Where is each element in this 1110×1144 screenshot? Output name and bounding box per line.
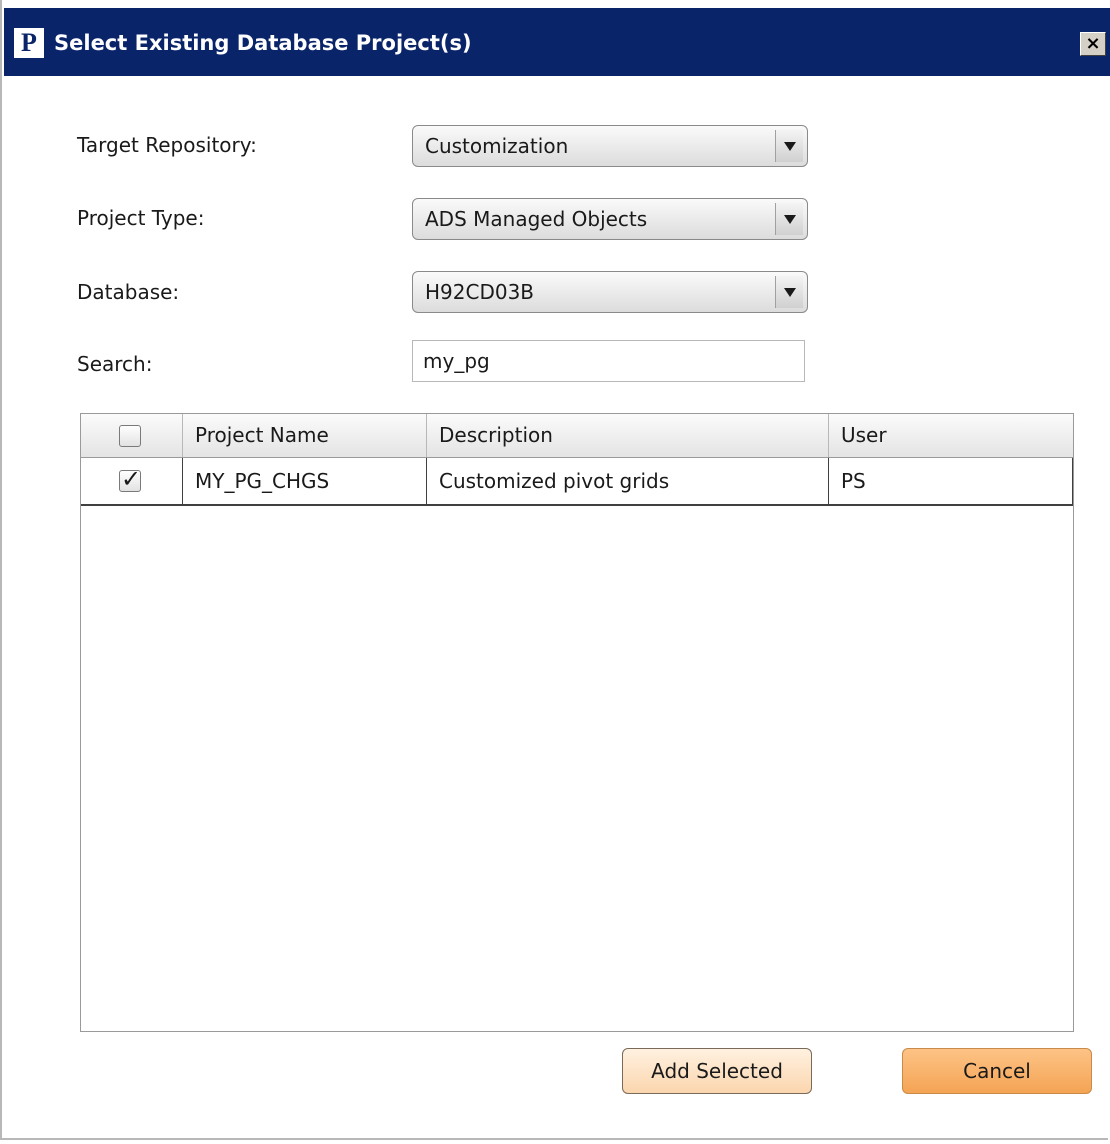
dialog-window: P Select Existing Database Project(s) × … — [0, 0, 1110, 1140]
chevron-down-icon[interactable] — [775, 276, 803, 308]
add-selected-button[interactable]: Add Selected — [622, 1048, 812, 1094]
database-value: H92CD03B — [425, 280, 535, 304]
projects-table: Project Name Description User ✓ MY_PG_CH… — [80, 413, 1074, 1032]
select-all-checkbox[interactable] — [119, 425, 141, 447]
target-repository-select[interactable]: Customization — [412, 125, 808, 167]
column-header-user[interactable]: User — [829, 414, 1073, 457]
chevron-down-icon[interactable] — [775, 203, 803, 235]
select-column-header — [81, 414, 183, 457]
cancel-button[interactable]: Cancel — [902, 1048, 1092, 1094]
column-header-project-name[interactable]: Project Name — [183, 414, 427, 457]
search-label: Search: — [77, 352, 153, 376]
database-label: Database: — [77, 280, 180, 304]
close-button[interactable]: × — [1080, 32, 1106, 56]
chevron-down-icon[interactable] — [775, 130, 803, 162]
table-header: Project Name Description User — [81, 414, 1073, 458]
project-name-cell: MY_PG_CHGS — [183, 458, 427, 504]
target-repository-label: Target Repository: — [77, 133, 257, 157]
project-type-select[interactable]: ADS Managed Objects — [412, 198, 808, 240]
title-bar[interactable]: P Select Existing Database Project(s) × — [4, 8, 1110, 76]
row-checkbox[interactable]: ✓ — [119, 465, 141, 493]
checkmark-icon: ✓ — [121, 465, 142, 493]
table-row[interactable]: ✓ MY_PG_CHGS Customized pivot grids PS — [81, 458, 1073, 506]
description-cell: Customized pivot grids — [427, 458, 829, 504]
project-type-label: Project Type: — [77, 206, 205, 230]
window-title: Select Existing Database Project(s) — [54, 31, 472, 55]
target-repository-value: Customization — [425, 134, 569, 158]
column-header-description[interactable]: Description — [427, 414, 829, 457]
project-type-value: ADS Managed Objects — [425, 207, 648, 231]
row-select-cell: ✓ — [81, 458, 183, 504]
app-logo-icon: P — [14, 28, 44, 58]
user-cell: PS — [829, 458, 1073, 504]
database-select[interactable]: H92CD03B — [412, 271, 808, 313]
search-input[interactable] — [412, 340, 805, 382]
